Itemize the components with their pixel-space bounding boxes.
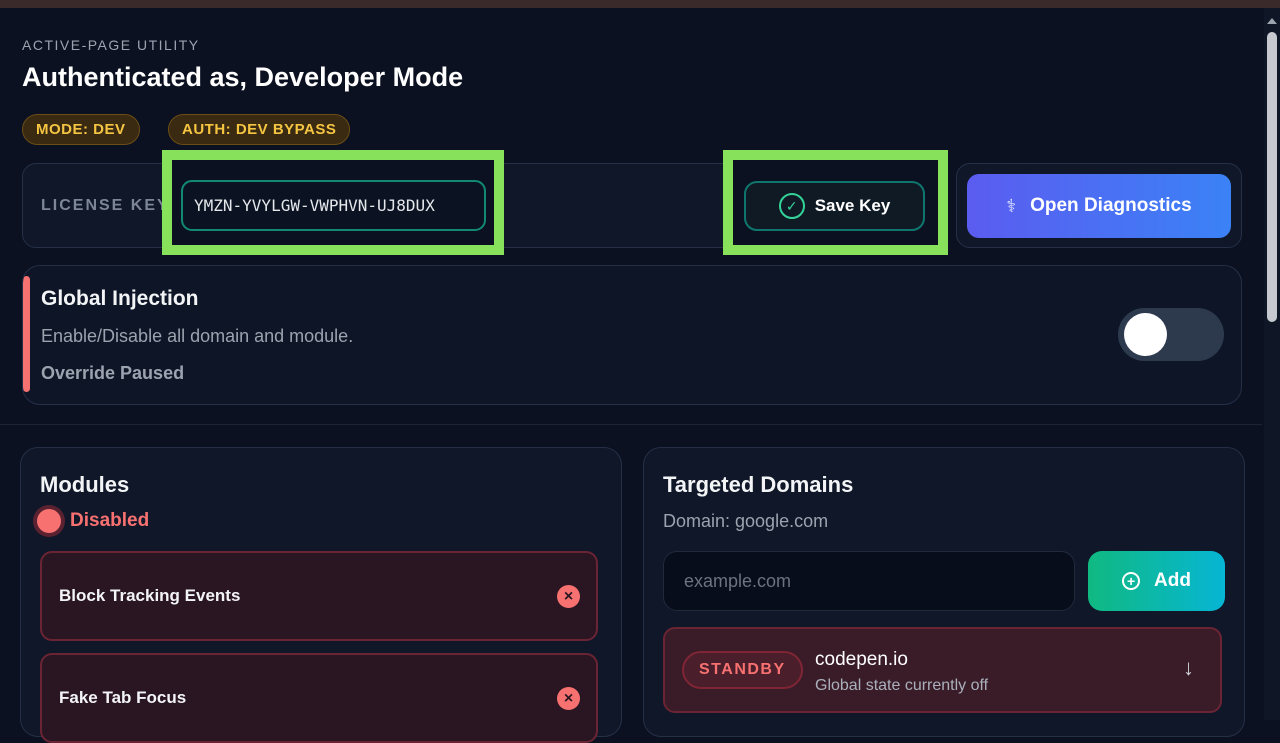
- section-divider: [0, 424, 1262, 425]
- injection-accent-bar: [23, 276, 30, 392]
- toggle-knob: [1124, 313, 1167, 356]
- module-label: Fake Tab Focus: [59, 688, 187, 707]
- mode-badge: MODE: DEV: [22, 114, 140, 145]
- add-domain-label: Add: [1154, 570, 1191, 591]
- save-key-button[interactable]: ✓ Save Key: [744, 181, 925, 231]
- license-key-label: LICENSE KEY: [41, 197, 170, 214]
- scroll-up-arrow-icon[interactable]: [1267, 18, 1277, 24]
- remove-circle-icon[interactable]: ×: [557, 585, 580, 608]
- domain-name: codepen.io: [815, 649, 908, 670]
- module-item[interactable]: Block Tracking Events ×: [40, 551, 598, 641]
- license-card: LICENSE KEY ✓ Save Key: [22, 150, 948, 255]
- diagnostics-card: ⚕ Open Diagnostics: [956, 163, 1242, 248]
- domain-row[interactable]: STANDBY codepen.io Global state currentl…: [663, 627, 1222, 713]
- add-domain-button[interactable]: + Add: [1088, 551, 1225, 611]
- injection-status: Override Paused: [41, 363, 185, 383]
- standby-badge: STANDBY: [682, 651, 803, 689]
- scrollbar-thumb[interactable]: [1267, 32, 1277, 322]
- current-domain: Domain: google.com: [663, 511, 829, 531]
- injection-description: Enable/Disable all domain and module.: [41, 326, 354, 346]
- save-key-label: Save Key: [814, 196, 891, 215]
- window-top-edge: [0, 0, 1280, 8]
- modules-title: Modules: [40, 472, 130, 497]
- auth-badge: AUTH: DEV BYPASS: [168, 114, 351, 145]
- page-eyebrow: ACTIVE-PAGE UTILITY: [22, 37, 200, 53]
- domain-subtitle: Global state currently off: [815, 677, 989, 694]
- injection-title: Global Injection: [41, 287, 199, 310]
- open-diagnostics-label: Open Diagnostics: [1030, 195, 1192, 216]
- domain-input[interactable]: [663, 551, 1075, 611]
- scrollbar[interactable]: [1264, 8, 1280, 720]
- global-injection-toggle[interactable]: [1118, 308, 1224, 361]
- arrow-down-icon[interactable]: ↓: [1183, 655, 1194, 681]
- page-title: Authenticated as, Developer Mode: [22, 62, 464, 92]
- status-dot-icon: [37, 509, 61, 533]
- module-item[interactable]: Fake Tab Focus ×: [40, 653, 598, 743]
- domains-title: Targeted Domains: [663, 472, 854, 497]
- stethoscope-icon: ⚕: [1006, 195, 1017, 216]
- targeted-domains-panel: Targeted Domains Domain: google.com + Ad…: [643, 447, 1245, 737]
- plus-circle-icon: +: [1122, 572, 1141, 590]
- license-key-input[interactable]: [181, 180, 486, 231]
- check-circle-icon: ✓: [778, 193, 805, 219]
- open-diagnostics-button[interactable]: ⚕ Open Diagnostics: [967, 174, 1231, 238]
- remove-circle-icon[interactable]: ×: [557, 687, 580, 710]
- global-injection-card: Global Injection Enable/Disable all doma…: [22, 265, 1242, 405]
- modules-panel: Modules Disabled Block Tracking Events ×…: [20, 447, 622, 743]
- modules-status: Disabled: [70, 510, 150, 531]
- module-label: Block Tracking Events: [59, 586, 241, 605]
